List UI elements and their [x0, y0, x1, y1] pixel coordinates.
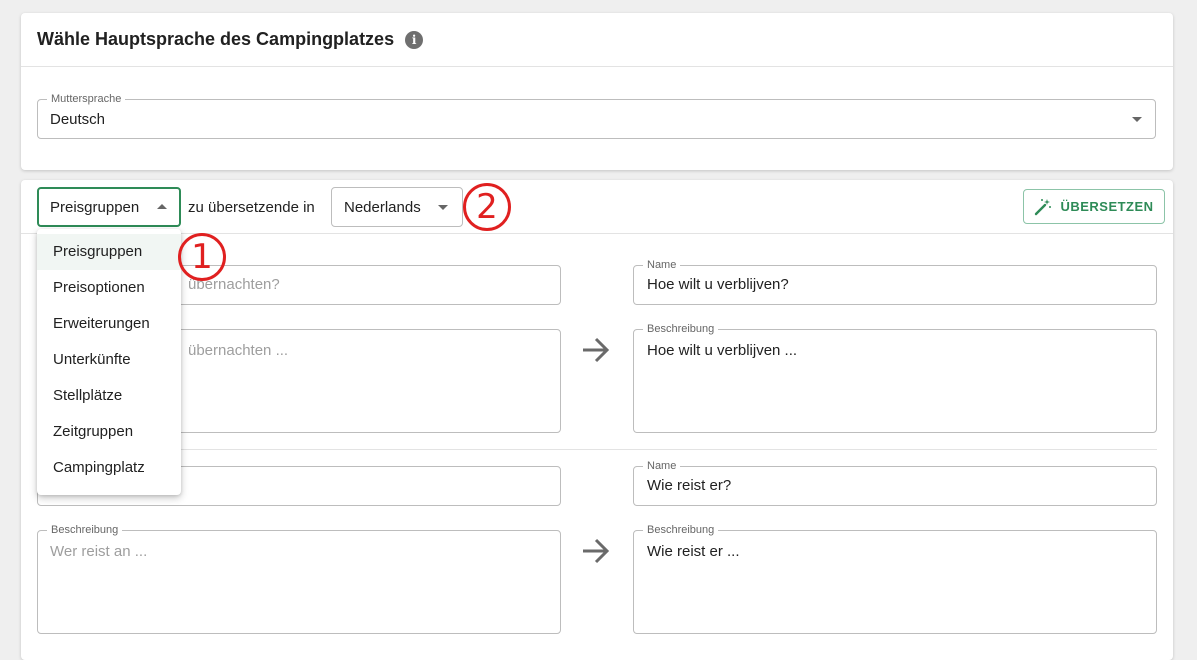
- arrow-right-icon: [583, 337, 610, 363]
- menu-item-zeitgruppen[interactable]: Zeitgruppen: [37, 414, 181, 450]
- target-name-label: Name: [643, 259, 681, 271]
- page-title: Wähle Hauptsprache des Campingplatzes: [37, 29, 395, 49]
- menu-item-erweiterungen[interactable]: Erweiterungen: [37, 306, 181, 342]
- native-language-label: Muttersprache: [47, 93, 126, 105]
- source-description-value: übernachten ...: [188, 342, 289, 359]
- category-select-value: Preisgruppen: [50, 199, 140, 216]
- native-language-value: Deutsch: [50, 111, 106, 128]
- arrow-right-icon: [583, 538, 610, 564]
- target-description-label: Beschreibung: [643, 524, 719, 536]
- magic-wand-icon: [1035, 198, 1052, 215]
- translate-button-label: ÜBERSETZEN: [1060, 199, 1154, 214]
- language-card-header: Wähle Hauptsprache des Campingplatzes i: [21, 13, 1173, 67]
- target-description-field[interactable]: Beschreibung Hoe wilt u verblijven ...: [633, 323, 1157, 433]
- connector-text: zu übersetzende in: [188, 199, 315, 216]
- menu-item-preisoptionen[interactable]: Preisoptionen: [37, 270, 181, 306]
- chevron-down-icon: [438, 205, 448, 210]
- chevron-up-icon: [157, 204, 167, 209]
- translate-button[interactable]: ÜBERSETZEN: [1023, 189, 1165, 224]
- target-description-value: Wie reist er ...: [647, 543, 740, 560]
- row-divider: [37, 449, 1157, 450]
- target-language-value: Nederlands: [344, 199, 421, 216]
- chevron-down-icon: [1132, 117, 1142, 122]
- target-name-value: Wie reist er?: [647, 477, 732, 494]
- annotation-two-circle: 2: [463, 183, 511, 231]
- info-icon[interactable]: i: [405, 30, 424, 49]
- menu-item-preisgruppen[interactable]: Preisgruppen: [37, 234, 181, 270]
- source-description-label: Beschreibung: [47, 524, 123, 536]
- target-language-select[interactable]: Nederlands: [331, 187, 463, 227]
- source-description-value: Wer reist an ...: [50, 543, 148, 560]
- menu-item-stellplaetze[interactable]: Stellplätze: [37, 378, 181, 414]
- annotation-one-circle: 1: [178, 233, 226, 281]
- target-name-field[interactable]: Name Wie reist er?: [633, 460, 1157, 506]
- target-description-value: Hoe wilt u verblijven ...: [647, 342, 798, 359]
- translate-toolbar: Preisgruppen zu übersetzende in Nederlan…: [21, 180, 1173, 234]
- target-description-field[interactable]: Beschreibung Wie reist er ...: [633, 524, 1157, 634]
- native-language-select[interactable]: Muttersprache Deutsch: [37, 93, 1156, 139]
- target-name-value: Hoe wilt u verblijven?: [647, 276, 789, 293]
- source-description-field[interactable]: Beschreibung Wer reist an ...: [37, 524, 561, 634]
- target-name-label: Name: [643, 460, 681, 472]
- menu-item-unterkuenfte[interactable]: Unterkünfte: [37, 342, 181, 378]
- language-card: Wähle Hauptsprache des Campingplatzes i …: [21, 13, 1173, 170]
- menu-item-campingplatz[interactable]: Campingplatz: [37, 450, 181, 486]
- target-name-field[interactable]: Name Hoe wilt u verblijven?: [633, 259, 1157, 305]
- target-description-label: Beschreibung: [643, 323, 719, 335]
- category-menu: Preisgruppen Preisoptionen Erweiterungen…: [37, 229, 181, 495]
- category-select[interactable]: Preisgruppen: [37, 187, 181, 227]
